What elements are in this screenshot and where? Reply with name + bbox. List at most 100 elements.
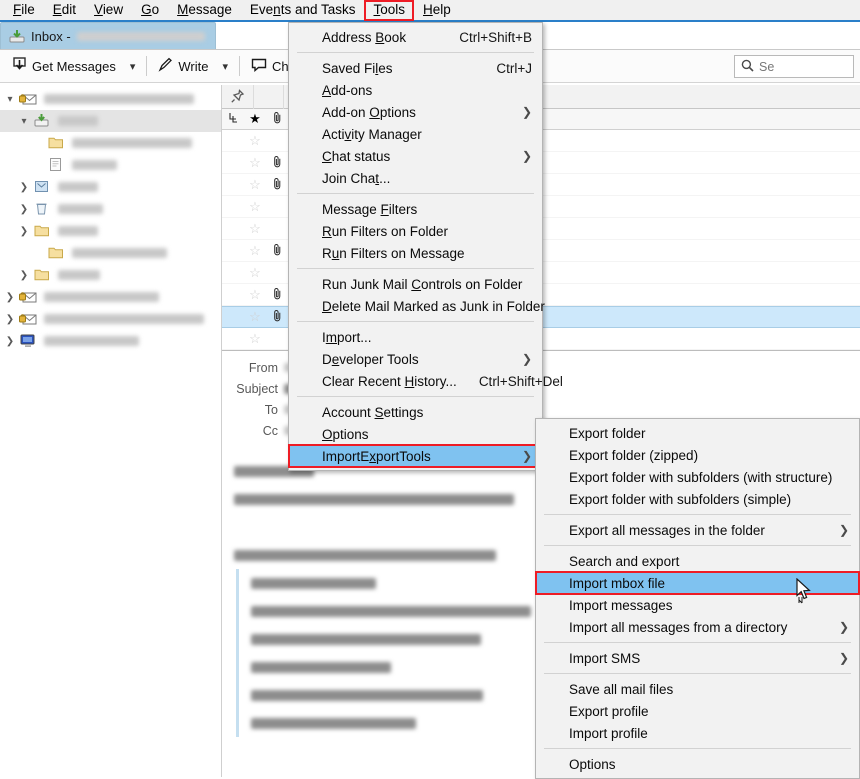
menu-separator <box>297 268 534 269</box>
menu-item-import[interactable]: Import... <box>289 326 542 348</box>
menubar-item-view[interactable]: View <box>85 0 132 21</box>
pin-icon[interactable] <box>222 84 254 109</box>
paperclip-icon[interactable] <box>266 111 288 127</box>
chevron-down-icon[interactable]: ▾ <box>4 94 16 105</box>
importexporttools-submenu[interactable]: Export folder Export folder (zipped) Expor… <box>535 418 860 779</box>
menu-item-run-filters-on-folder[interactable]: Run Filters on Folder <box>289 220 542 242</box>
menu-separator <box>297 396 534 397</box>
menu-item-join-chat[interactable]: Join Chat... <box>289 167 542 189</box>
folder-item[interactable] <box>0 132 221 154</box>
chevron-right-icon[interactable]: ❯ <box>4 292 16 303</box>
folder-item[interactable]: ▾ <box>0 110 221 132</box>
folder-item[interactable]: ▾ <box>0 88 221 110</box>
menu-item-import-messages[interactable]: Import messages <box>536 594 859 616</box>
menu-item-activity-manager[interactable]: Activity Manager <box>289 123 542 145</box>
menu-item-address-book[interactable]: Address Book Ctrl+Shift+B <box>289 26 542 48</box>
paperclip-icon <box>266 243 288 259</box>
menu-item-export-folder-with-subfolders-with-structure[interactable]: Export folder with subfolders (with stru… <box>536 466 859 488</box>
chevron-right-icon[interactable]: ❯ <box>4 314 16 325</box>
menu-item-delete-mail-marked-as-junk-in-folder[interactable]: Delete Mail Marked as Junk in Folder <box>289 295 545 317</box>
menu-item-import-sms[interactable]: Import SMS ❯ <box>536 647 859 669</box>
menu-item-clear-recent-history[interactable]: Clear Recent History... Ctrl+Shift+Del <box>289 370 563 392</box>
to-label: To <box>264 402 278 417</box>
folder-item[interactable]: ❯ <box>0 330 221 352</box>
folder-item[interactable]: ❯ <box>0 286 221 308</box>
menubar-item-tools[interactable]: Tools <box>364 0 414 21</box>
menu-item-saved-files[interactable]: Saved Files Ctrl+J <box>289 57 542 79</box>
star-icon[interactable]: ☆ <box>244 243 266 259</box>
tools-menu[interactable]: Address Book Ctrl+Shift+B Saved Files Ctrl+… <box>288 22 563 471</box>
chevron-down-icon[interactable]: ▾ <box>18 116 30 127</box>
menu-item-export-folder-with-subfolders-simple[interactable]: Export folder with subfolders (simple) <box>536 488 859 510</box>
folder-label-redacted <box>58 226 98 236</box>
search-placeholder: Se <box>759 59 775 74</box>
star-icon[interactable]: ☆ <box>244 265 266 281</box>
menubar-item-go[interactable]: Go <box>132 0 168 21</box>
account-mail-icon <box>19 289 37 305</box>
folder-item[interactable]: ❯ <box>0 176 221 198</box>
folder-item[interactable] <box>0 242 221 264</box>
menu-item-shortcut: Ctrl+Shift+Del <box>478 373 563 389</box>
get-messages-button[interactable]: Get Messages <box>6 54 122 78</box>
write-dropdown[interactable]: ▾ <box>216 57 234 76</box>
star-icon[interactable]: ☆ <box>244 221 266 237</box>
menubar-item-edit[interactable]: Edit <box>44 0 85 21</box>
menu-item-importexporttools[interactable]: ImportExportTools ❯ <box>288 444 543 468</box>
folder-label-redacted <box>72 248 167 258</box>
menu-item-run-junk-mail-controls-on-folder[interactable]: Run Junk Mail Controls on Folder <box>289 273 542 295</box>
menu-item-label: Run Filters on Folder <box>322 223 449 239</box>
menu-item-developer-tools[interactable]: Developer Tools ❯ <box>289 348 542 370</box>
menu-item-search-and-export[interactable]: Search and export <box>536 550 859 572</box>
menubar-item-message[interactable]: Message <box>168 0 241 21</box>
menu-item-export-folder[interactable]: Export folder <box>536 422 859 444</box>
folder-item[interactable] <box>0 154 221 176</box>
download-icon <box>12 57 27 75</box>
menu-item-import-mbox-file[interactable]: Import mbox file <box>535 571 860 595</box>
chevron-right-icon[interactable]: ❯ <box>18 226 30 237</box>
folder-item[interactable]: ❯ <box>0 220 221 242</box>
menu-item-chat-status[interactable]: Chat status ❯ <box>289 145 542 167</box>
chevron-right-icon[interactable]: ❯ <box>18 204 30 215</box>
menubar-item-file[interactable]: File <box>4 0 44 21</box>
folder-pane[interactable]: ▾ ▾ ❯ ❯ ❯ ❯ ❯ ❯ ❯ <box>0 85 222 777</box>
star-icon[interactable]: ☆ <box>244 287 266 303</box>
write-button[interactable]: Write <box>152 54 214 78</box>
menu-item-message-filters[interactable]: Message Filters <box>289 198 542 220</box>
star-icon[interactable]: ★ <box>244 111 266 127</box>
star-icon[interactable]: ☆ <box>244 155 266 171</box>
folder-item[interactable]: ❯ <box>0 308 221 330</box>
get-messages-dropdown[interactable]: ▾ <box>124 57 142 76</box>
chevron-right-icon[interactable]: ❯ <box>18 182 30 193</box>
search-input[interactable]: Se <box>734 55 854 78</box>
menu-item-import-profile[interactable]: Import profile <box>536 722 859 744</box>
menu-item-options[interactable]: Options <box>536 753 859 775</box>
folder-label-redacted <box>44 336 139 346</box>
chevron-right-icon[interactable]: ❯ <box>4 336 16 347</box>
star-icon[interactable]: ☆ <box>244 133 266 149</box>
menu-item-save-all-mail-files[interactable]: Save all mail files <box>536 678 859 700</box>
thread-icon[interactable] <box>222 112 244 127</box>
star-icon[interactable]: ☆ <box>244 199 266 215</box>
tab-inbox[interactable]: Inbox - <box>0 22 216 49</box>
menu-item-run-filters-on-message[interactable]: Run Filters on Message <box>289 242 542 264</box>
menu-item-options[interactable]: Options <box>289 423 542 445</box>
body-text-redacted <box>251 661 391 673</box>
menu-item-add-ons[interactable]: Add-ons <box>289 79 542 101</box>
star-icon[interactable]: ☆ <box>244 331 266 347</box>
toolbar-divider <box>239 56 240 76</box>
folder-item[interactable]: ❯ <box>0 198 221 220</box>
body-text-redacted <box>251 689 483 701</box>
folder-item[interactable]: ❯ <box>0 264 221 286</box>
menu-item-account-settings[interactable]: Account Settings <box>289 401 542 423</box>
menu-item-export-all-messages-in-the-folder[interactable]: Export all messages in the folder ❯ <box>536 519 859 541</box>
menu-item-export-profile[interactable]: Export profile <box>536 700 859 722</box>
chevron-right-icon[interactable]: ❯ <box>18 270 30 281</box>
menubar-item-help[interactable]: Help <box>414 0 460 21</box>
star-icon[interactable]: ☆ <box>244 309 266 325</box>
body-text-redacted <box>251 605 531 617</box>
menubar-item-events-and-tasks[interactable]: Events and Tasks <box>241 0 365 21</box>
menu-item-add-on-options[interactable]: Add-on Options ❯ <box>289 101 542 123</box>
menu-item-export-folder-zipped[interactable]: Export folder (zipped) <box>536 444 859 466</box>
star-icon[interactable]: ☆ <box>244 177 266 193</box>
menu-item-import-all-messages-from-a-directory[interactable]: Import all messages from a directory ❯ <box>536 616 859 638</box>
